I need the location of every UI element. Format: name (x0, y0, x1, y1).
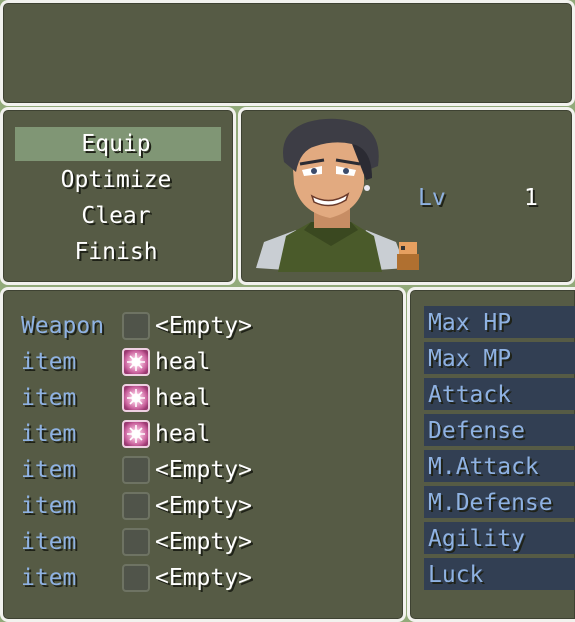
empty-slot-icon (122, 528, 150, 556)
stat-label-3: Defense (428, 418, 525, 444)
stat-label-5: M.Defense (428, 490, 553, 516)
slot-label-4: item (21, 457, 77, 483)
heal-icon (122, 384, 150, 412)
command-clear[interactable]: Clear (13, 200, 219, 232)
stat-label-4: M.Attack (428, 454, 539, 480)
slot-label-0: Weapon (21, 313, 105, 339)
actor-sprite (397, 242, 419, 270)
slot-item-3[interactable]: heal (155, 418, 210, 450)
slot-item-2[interactable]: heal (155, 382, 210, 414)
slot-item-6[interactable]: <Empty> (155, 526, 252, 558)
slot-label-3: item (21, 421, 77, 447)
actor-status-window: Lv 1 (238, 107, 575, 285)
slot-label-1: item (21, 349, 77, 375)
empty-slot-icon (122, 492, 150, 520)
stat-label-1: Max MP (428, 346, 512, 372)
stat-label-2: Attack (428, 382, 512, 408)
empty-slot-icon (122, 456, 150, 484)
empty-slot-icon (122, 312, 150, 340)
empty-slot-icon (122, 564, 150, 592)
actor-portrait (256, 118, 406, 272)
stat-label-6: Agility (428, 526, 525, 552)
slot-label-5: item (21, 493, 77, 519)
slot-label-6: item (21, 529, 77, 555)
slot-item-7[interactable]: <Empty> (155, 562, 252, 594)
slot-item-4[interactable]: <Empty> (155, 454, 252, 486)
equipment-slot-window: Weapon <Empty> item heal item heal item heal ite… (0, 287, 406, 622)
command-equip[interactable]: Equip (13, 128, 219, 160)
command-optimize[interactable]: Optimize (13, 164, 219, 196)
slot-label-7: item (21, 565, 77, 591)
level-label: Lv (418, 185, 446, 211)
heal-icon (122, 420, 150, 448)
stat-label-7: Luck (428, 562, 484, 588)
stat-label-0: Max HP (428, 310, 512, 336)
help-window (0, 0, 575, 106)
slot-label-2: item (21, 385, 77, 411)
command-finish[interactable]: Finish (13, 236, 219, 268)
heal-icon (122, 348, 150, 376)
slot-item-1[interactable]: heal (155, 346, 210, 378)
level-value: 1 (524, 185, 538, 211)
slot-item-5[interactable]: <Empty> (155, 490, 252, 522)
command-window: Equip Optimize Clear Finish (0, 107, 236, 285)
slot-item-0[interactable]: <Empty> (155, 310, 252, 342)
